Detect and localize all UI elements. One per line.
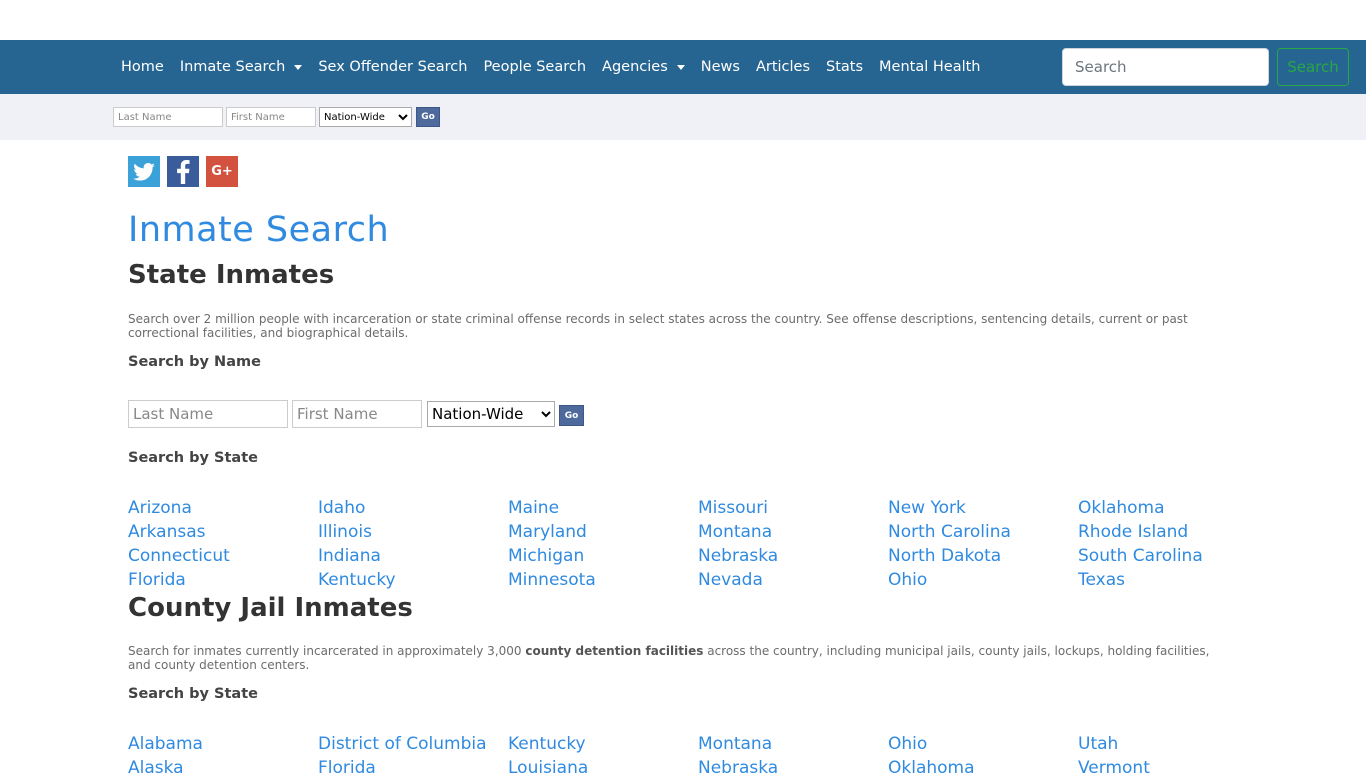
nav-item-label: Articles: [755, 59, 811, 75]
state-inmates-state-list: Arizona Idaho Maine Missouri New York Oklahom…: [128, 496, 1268, 592]
search-by-name-heading: Search by Name: [128, 354, 261, 370]
nav-item-agencies[interactable]: Agencies: [594, 59, 693, 75]
county-jail-heading: County Jail Inmates: [128, 593, 413, 623]
nav-menu: Home Inmate Search Sex Offender Search Peop…: [113, 40, 989, 94]
county-jail-state-link[interactable]: Kentucky: [508, 732, 698, 756]
state-inmates-state-link[interactable]: Nevada: [698, 568, 888, 592]
nav-search-input[interactable]: [1062, 48, 1269, 86]
nav-item-label: Inmate Search: [179, 59, 286, 75]
state-inmates-state-link[interactable]: Michigan: [508, 544, 698, 568]
county-jail-state-list: Alabama District of Columbia Kentucky Monta…: [128, 732, 1268, 780]
county-jail-state-link[interactable]: Alabama: [128, 732, 318, 756]
last-name-input[interactable]: [128, 400, 288, 428]
state-inmates-state-link[interactable]: Maine: [508, 496, 698, 520]
county-jail-state-link[interactable]: Ohio: [888, 732, 1078, 756]
state-inmates-state-link[interactable]: Indiana: [318, 544, 508, 568]
nav-item-label: Home: [121, 59, 164, 75]
county-jail-state-link[interactable]: Alaska: [128, 756, 318, 780]
navbar: Home Inmate Search Sex Offender Search Peop…: [0, 40, 1366, 94]
state-inmates-state-link[interactable]: Rhode Island: [1078, 520, 1268, 544]
state-inmates-state-link[interactable]: Missouri: [698, 496, 888, 520]
quick-search-bar: Nation-Wide Go: [0, 94, 1366, 140]
county-desc-part1: Search for inmates currently incarcerate…: [128, 644, 526, 658]
state-inmates-heading: State Inmates: [128, 260, 335, 290]
county-jail-state-link[interactable]: Vermont: [1078, 756, 1268, 780]
state-inmates-state-link[interactable]: Maryland: [508, 520, 698, 544]
county-jail-state-link[interactable]: Nebraska: [698, 756, 888, 780]
county-jail-state-link[interactable]: District of Columbia: [318, 732, 508, 756]
nav-item-sex-offender-search[interactable]: Sex Offender Search: [310, 59, 475, 75]
nav-item-home[interactable]: Home: [113, 59, 172, 75]
twitter-bird-icon: [133, 162, 155, 181]
county-desc-bold: county detention facilities: [525, 644, 704, 658]
state-inmates-state-link[interactable]: Ohio: [888, 568, 1078, 592]
nav-item-mental-health[interactable]: Mental Health: [871, 59, 988, 75]
chevron-down-icon: [294, 65, 303, 70]
nav-item-label: People Search: [483, 59, 587, 75]
quick-first-name-input[interactable]: [226, 107, 316, 127]
county-jail-state-link[interactable]: Montana: [698, 732, 888, 756]
county-jail-description: Search for inmates currently incarcerate…: [128, 644, 1218, 672]
state-inmates-state-link[interactable]: Minnesota: [508, 568, 698, 592]
quick-last-name-input[interactable]: [113, 107, 223, 127]
state-inmates-state-link[interactable]: Montana: [698, 520, 888, 544]
page-title: Inmate Search: [128, 210, 390, 250]
scope-select[interactable]: Nation-Wide: [427, 401, 555, 427]
facebook-icon[interactable]: [167, 156, 199, 187]
top-spacer: [0, 0, 1366, 40]
state-inmates-state-link[interactable]: Oklahoma: [1078, 496, 1268, 520]
state-inmates-description: Search over 2 million people with incarc…: [128, 312, 1188, 340]
search-by-state-heading: Search by State: [128, 450, 258, 466]
state-inmates-state-link[interactable]: Texas: [1078, 568, 1268, 592]
state-inmates-state-link[interactable]: Arizona: [128, 496, 318, 520]
county-search-by-state-heading: Search by State: [128, 686, 258, 702]
county-jail-state-link[interactable]: Oklahoma: [888, 756, 1078, 780]
twitter-icon[interactable]: [128, 156, 160, 187]
nav-item-label: Mental Health: [879, 59, 981, 75]
first-name-input[interactable]: [292, 400, 422, 428]
google-plus-icon[interactable]: G+: [206, 156, 238, 187]
nav-item-people-search[interactable]: People Search: [475, 59, 594, 75]
state-inmates-state-link[interactable]: Connecticut: [128, 544, 318, 568]
state-inmates-state-link[interactable]: Kentucky: [318, 568, 508, 592]
state-inmates-state-link[interactable]: South Carolina: [1078, 544, 1268, 568]
state-inmates-state-link[interactable]: North Dakota: [888, 544, 1078, 568]
county-jail-state-link[interactable]: Louisiana: [508, 756, 698, 780]
state-inmates-state-link[interactable]: Nebraska: [698, 544, 888, 568]
nav-item-label: News: [700, 59, 740, 75]
state-inmates-state-link[interactable]: New York: [888, 496, 1078, 520]
county-jail-state-link[interactable]: Florida: [318, 756, 508, 780]
quick-scope-select[interactable]: Nation-Wide: [319, 107, 412, 127]
state-inmates-state-link[interactable]: North Carolina: [888, 520, 1078, 544]
nav-search-button[interactable]: Search: [1277, 48, 1349, 86]
social-share: G+: [128, 156, 238, 187]
facebook-f-icon: [177, 159, 190, 184]
nav-item-label: Sex Offender Search: [318, 59, 468, 75]
nav-item-stats[interactable]: Stats: [818, 59, 871, 75]
state-inmates-state-link[interactable]: Illinois: [318, 520, 508, 544]
nav-item-inmate-search[interactable]: Inmate Search: [172, 59, 311, 75]
county-jail-state-link[interactable]: Utah: [1078, 732, 1268, 756]
state-inmates-state-link[interactable]: Idaho: [318, 496, 508, 520]
nav-item-label: Stats: [826, 59, 864, 75]
nav-item-label: Agencies: [602, 59, 668, 75]
chevron-down-icon: [676, 65, 685, 70]
state-inmates-state-link[interactable]: Arkansas: [128, 520, 318, 544]
nav-item-news[interactable]: News: [693, 59, 748, 75]
go-button[interactable]: Go: [559, 405, 584, 426]
quick-go-button[interactable]: Go: [416, 107, 440, 127]
google-plus-glyph: G+: [211, 164, 233, 179]
nav-item-articles[interactable]: Articles: [748, 59, 818, 75]
state-inmates-state-link[interactable]: Florida: [128, 568, 318, 592]
